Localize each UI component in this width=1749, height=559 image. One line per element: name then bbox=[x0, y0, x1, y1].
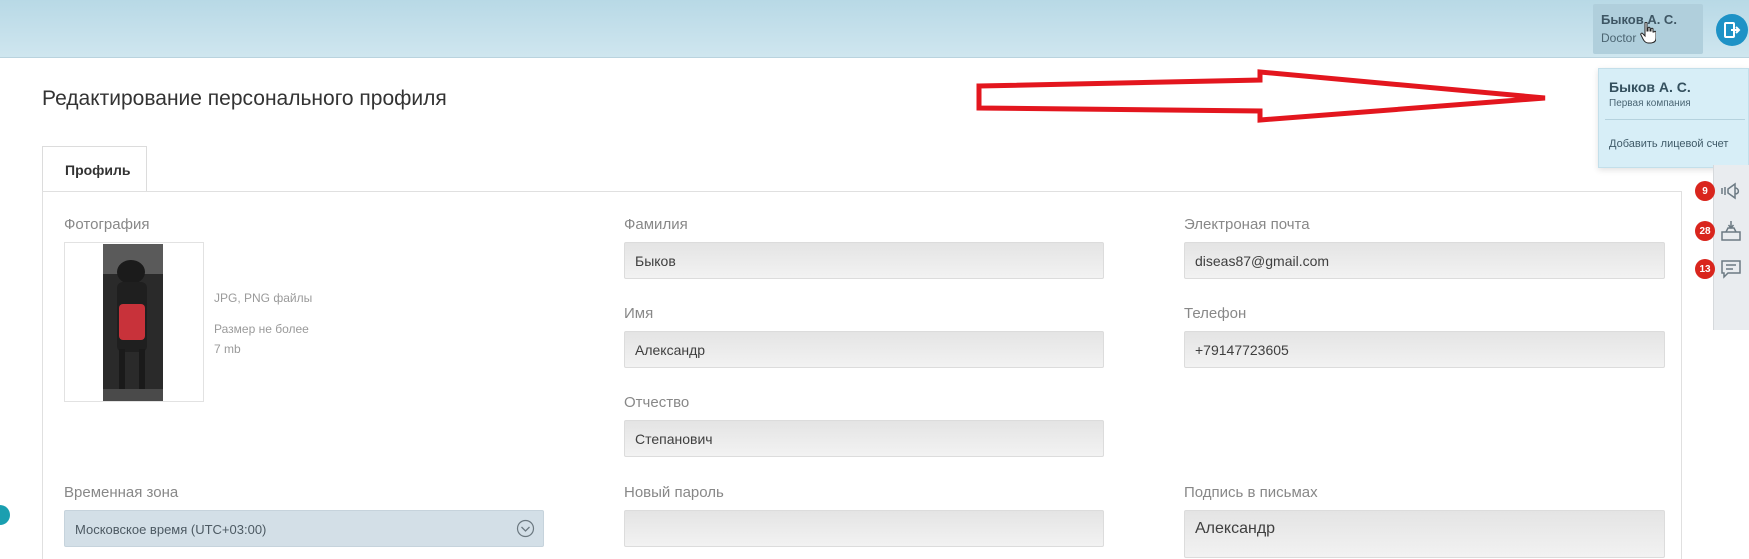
chevron-down-icon bbox=[516, 519, 535, 538]
user-dropdown: Быков А. С. Первая компания Добавить лиц… bbox=[1598, 68, 1749, 168]
timezone-value: Московское время (UTC+03:00) bbox=[75, 522, 267, 537]
tab-profile[interactable]: Профиль bbox=[42, 146, 147, 192]
add-account-link[interactable]: Добавить лицевой счет bbox=[1609, 138, 1728, 150]
chat-icon bbox=[1721, 260, 1741, 279]
megaphone-icon bbox=[1721, 182, 1740, 200]
name-label: Имя bbox=[624, 305, 654, 322]
logout-icon bbox=[1724, 22, 1741, 38]
logout-button[interactable] bbox=[1716, 14, 1748, 46]
photo-format-hint: JPG, PNG файлы bbox=[214, 291, 313, 305]
signature-input[interactable]: Александр bbox=[1184, 510, 1665, 558]
side-item-messages[interactable]: 13 bbox=[1695, 255, 1749, 283]
page-title: Редактирование персонального профиля bbox=[42, 87, 447, 110]
phone-label: Телефон bbox=[1184, 305, 1247, 322]
inbox-badge: 28 bbox=[1695, 221, 1715, 241]
photo-size-value: 7 mb bbox=[214, 342, 241, 356]
side-item-notifications[interactable]: 9 bbox=[1695, 177, 1749, 205]
photo-label: Фотография bbox=[64, 216, 150, 233]
signature-label: Подпись в письмах bbox=[1184, 484, 1318, 501]
annotation-arrow bbox=[976, 69, 1546, 123]
hand-cursor-icon bbox=[1640, 22, 1656, 44]
messages-badge: 13 bbox=[1695, 259, 1715, 279]
photo-size-hint: Размер не более bbox=[214, 322, 309, 336]
timezone-select[interactable]: Московское время (UTC+03:00) bbox=[64, 510, 544, 547]
new-password-label: Новый пароль bbox=[624, 484, 724, 501]
surname-input[interactable]: Быков bbox=[624, 242, 1104, 279]
profile-photo[interactable] bbox=[103, 244, 163, 401]
left-edge-widget[interactable] bbox=[0, 505, 10, 525]
patronymic-label: Отчество bbox=[624, 394, 690, 411]
phone-input[interactable]: +79147723605 bbox=[1184, 331, 1665, 368]
inbox-icon bbox=[1721, 221, 1741, 241]
top-bar bbox=[0, 0, 1749, 58]
dropdown-company[interactable]: Первая компания bbox=[1609, 98, 1691, 109]
name-input[interactable]: Александр bbox=[624, 331, 1104, 368]
surname-label: Фамилия bbox=[624, 216, 688, 233]
email-input[interactable]: diseas87@gmail.com bbox=[1184, 242, 1665, 279]
patronymic-input[interactable]: Степанович bbox=[624, 420, 1104, 457]
timezone-label: Временная зона bbox=[64, 484, 179, 501]
new-password-input[interactable] bbox=[624, 510, 1104, 547]
notifications-badge: 9 bbox=[1695, 181, 1715, 201]
email-label: Электроная почта bbox=[1184, 216, 1310, 233]
side-item-inbox[interactable]: 28 bbox=[1695, 217, 1749, 245]
dropdown-divider bbox=[1605, 119, 1745, 120]
dropdown-user-name: Быков А. С. bbox=[1609, 79, 1691, 95]
